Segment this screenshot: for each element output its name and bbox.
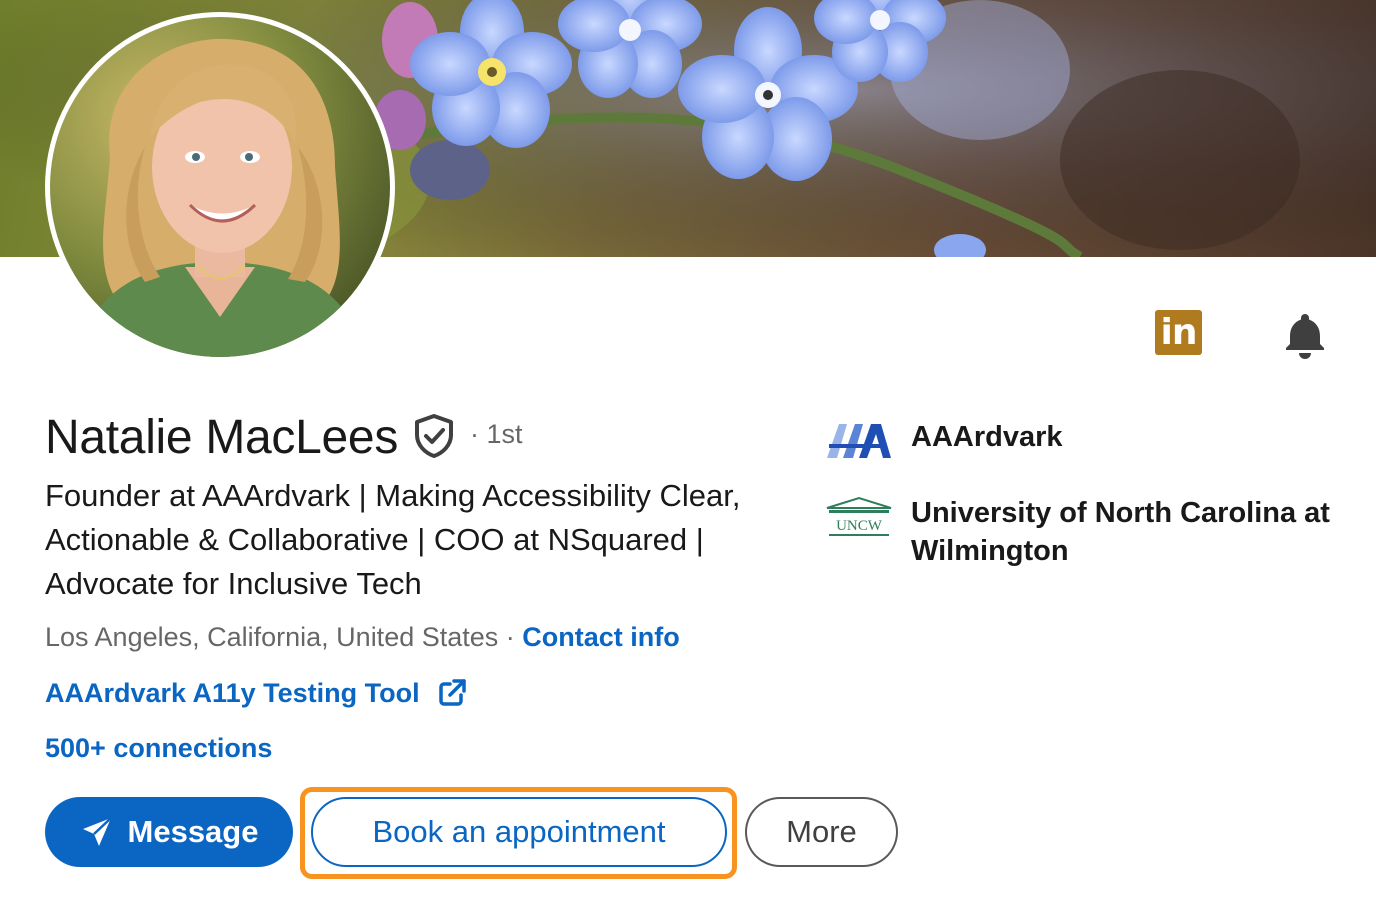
message-button[interactable]: Message [45, 797, 293, 867]
profile-photo[interactable] [45, 12, 395, 362]
profile-headline: Founder at AAArdvark | Making Accessibil… [45, 478, 741, 601]
more-button[interactable]: More [745, 797, 898, 867]
profile-location: Los Angeles, California, United States [45, 622, 499, 652]
message-button-label: Message [127, 814, 259, 849]
location-row: Los Angeles, California, United States ·… [45, 622, 680, 653]
current-company[interactable]: AAArdvark [825, 418, 1331, 462]
connections-link[interactable]: 500+ connections [45, 733, 272, 763]
profile-name: Natalie MacLees [45, 411, 399, 464]
book-appointment-button[interactable]: Book an appointment [311, 797, 727, 867]
aaardvark-logo-icon [827, 424, 891, 458]
company-name: AAArdvark [911, 421, 1063, 453]
connection-degree: · 1st [470, 419, 523, 449]
linkedin-premium-icon[interactable]: in [1155, 310, 1202, 355]
location-separator: · [498, 622, 523, 652]
send-icon [82, 817, 112, 846]
profile-photo-image [50, 17, 390, 357]
uncw-logo-icon: UNCW [826, 496, 892, 536]
book-appointment-label: Book an appointment [372, 814, 666, 849]
profile-name-row: Natalie MacLees · 1st [45, 410, 523, 465]
education-school[interactable]: UNCW University of North Carolina at Wil… [825, 494, 1331, 570]
more-button-label: More [786, 814, 857, 849]
external-link-icon[interactable] [436, 677, 468, 709]
uncw-logo-text: UNCW [836, 518, 883, 534]
school-name: University of North Carolina at Wilmingt… [911, 497, 1330, 567]
contact-info-link[interactable]: Contact info [522, 622, 679, 652]
website-row: AAArdvark A11y Testing Tool [45, 677, 468, 709]
website-link[interactable]: AAArdvark A11y Testing Tool [45, 678, 420, 709]
connections-count-row: 500+ connections [45, 733, 272, 764]
verified-shield-icon[interactable] [412, 413, 456, 459]
bell-icon[interactable] [1280, 310, 1330, 360]
